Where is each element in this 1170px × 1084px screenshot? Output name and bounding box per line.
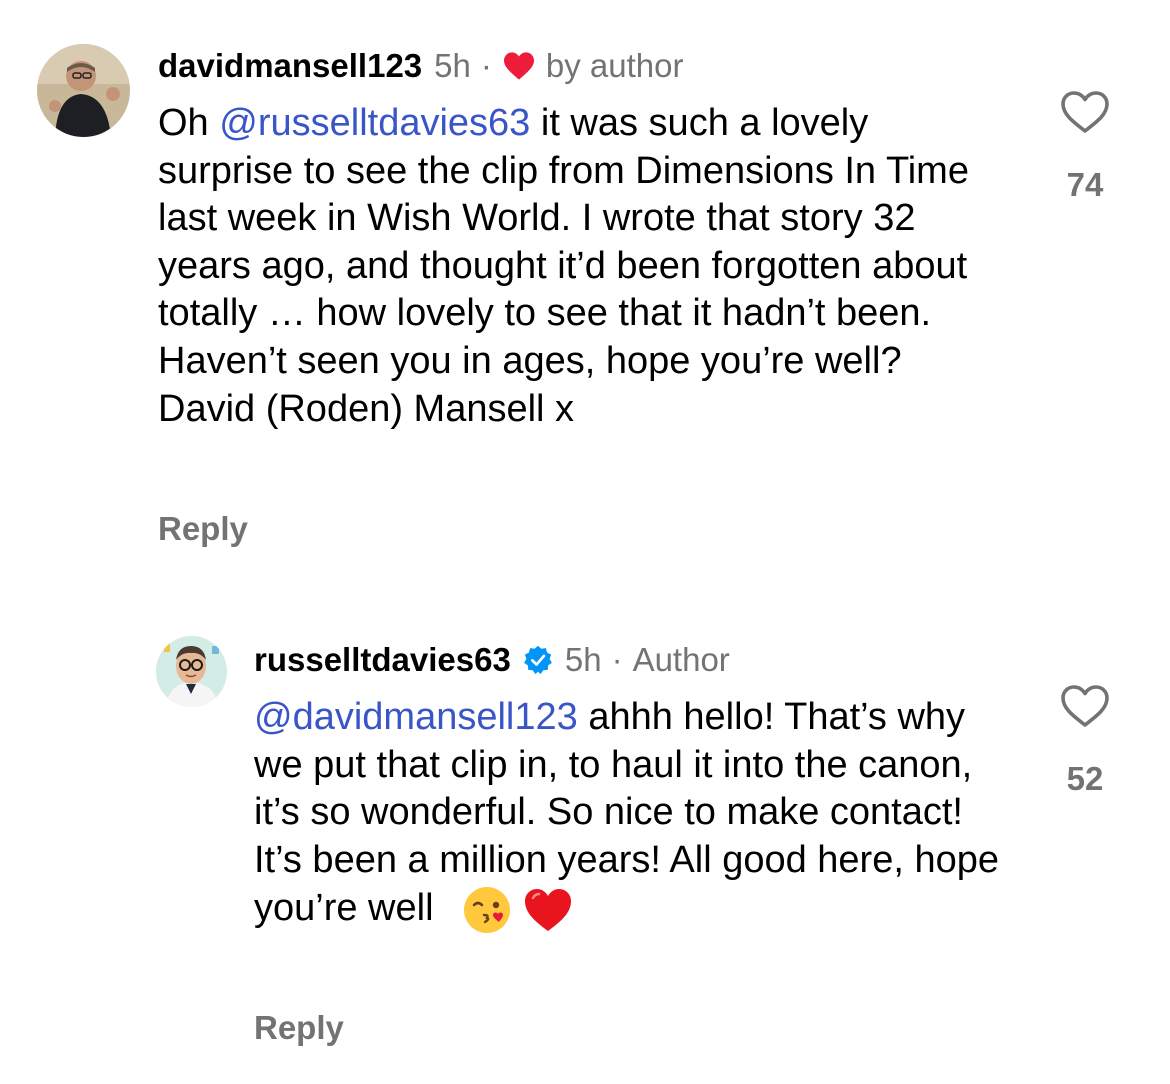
comment-header: russelltdavies63 5h · Author [254,640,730,680]
comment-time: 5h [434,47,471,84]
comment-text: @davidmansell123 ahhh hello! That’s why … [254,694,999,936]
meta-separator: · [611,641,623,678]
author-badge-label: Author [632,641,730,678]
avatar[interactable] [37,44,130,137]
cartoon-avatar-icon [156,636,227,707]
avatar[interactable] [156,636,227,707]
comment-time: 5h [564,641,602,678]
comment-username[interactable]: davidmansell123 [158,46,422,86]
verified-badge-icon [523,645,552,674]
author-liked-heart-icon [503,52,534,80]
kissing-face-emoji-icon [463,887,510,934]
reply-button[interactable]: Reply [158,510,248,548]
liked-by-author-label: by author [545,47,684,84]
like-column: 52 [1040,684,1130,798]
comment-body: it was such a lovely surprise to see the… [158,102,969,430]
red-heart-emoji-icon [525,889,572,932]
reply-button[interactable]: Reply [254,1009,344,1047]
like-column: 74 [1040,90,1130,204]
heart-outline-icon[interactable] [1060,90,1110,134]
mention-link[interactable]: @russelltdavies63 [219,102,530,144]
like-count: 74 [1066,166,1104,203]
mention-link[interactable]: @davidmansell123 [254,696,578,738]
user-avatar-photo-icon [37,44,130,137]
comment-header: davidmansell123 5h · by author [158,46,683,86]
comment-username[interactable]: russelltdavies63 [254,640,511,680]
meta-separator: · [480,47,492,84]
comment-text-prefix: Oh [158,102,220,144]
like-count: 52 [1066,760,1104,797]
heart-outline-icon[interactable] [1060,684,1110,728]
comment-text: Oh @russelltdavies63 it was such a lovel… [158,100,998,433]
